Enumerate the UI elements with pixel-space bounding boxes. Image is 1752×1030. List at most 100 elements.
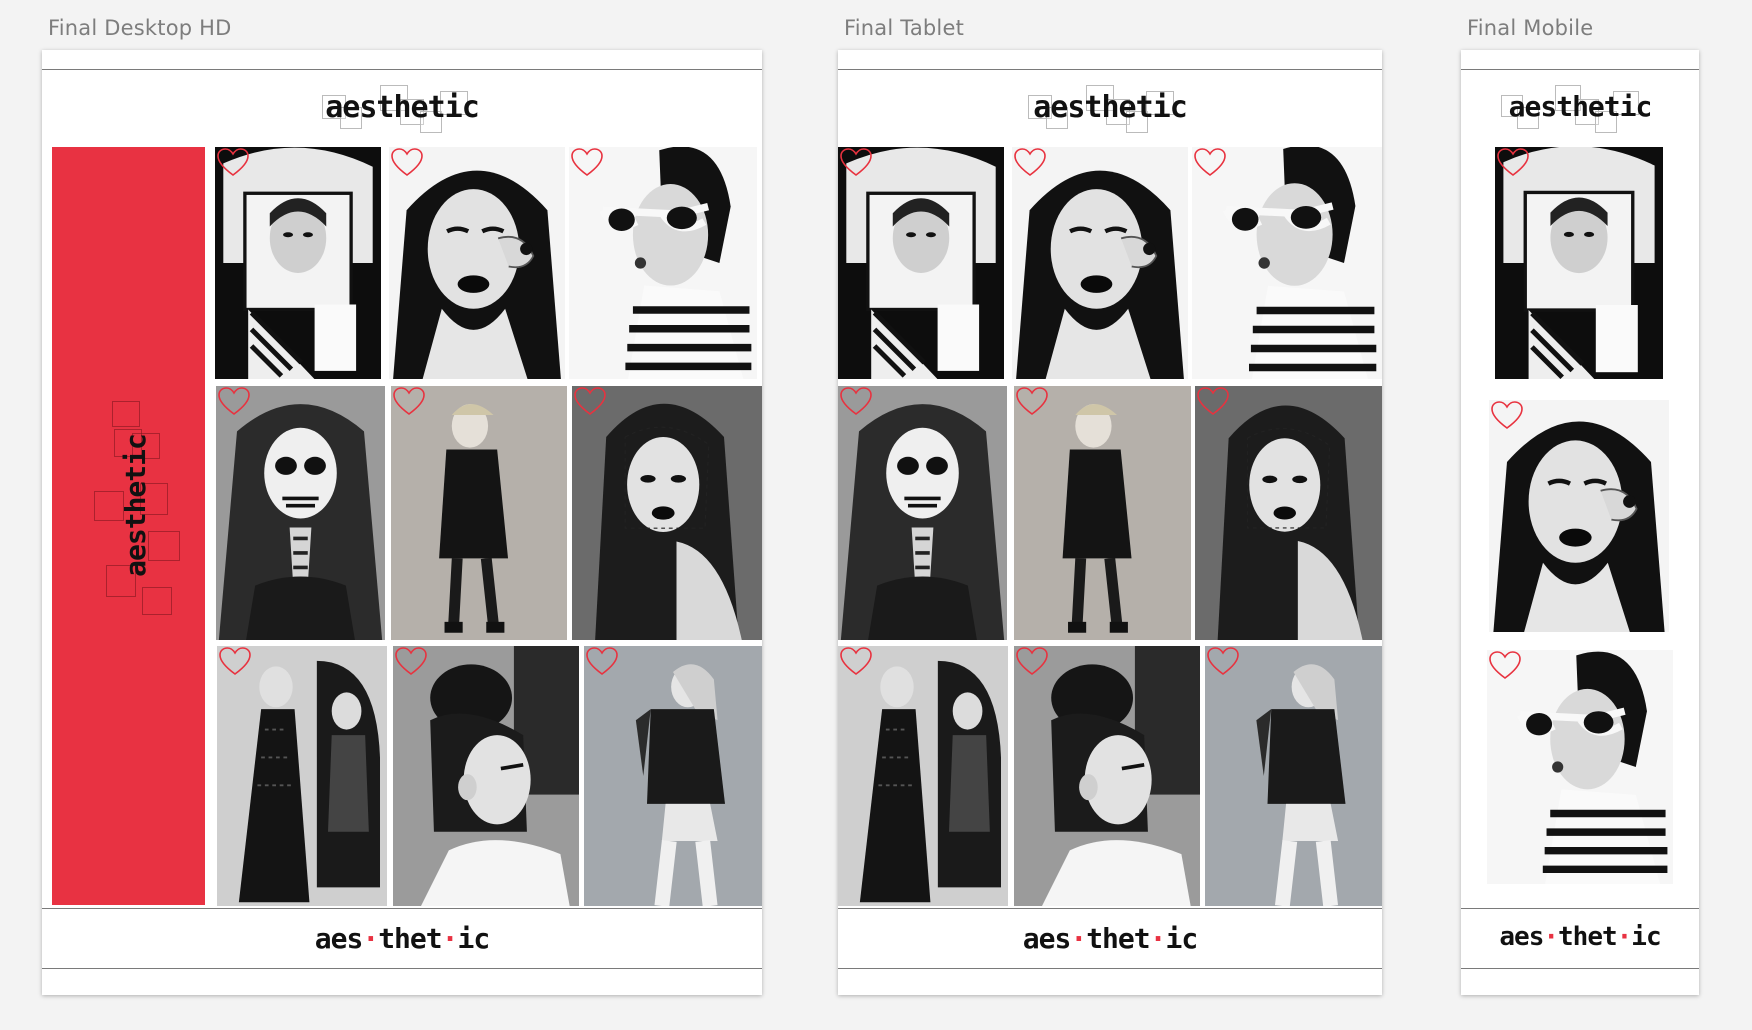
gallery-photo[interactable]: [569, 147, 757, 379]
gallery-photo[interactable]: [215, 147, 381, 379]
artboard-label-tablet[interactable]: Final Tablet: [844, 16, 964, 40]
photo-art: [216, 386, 385, 640]
header-logo-text: aesthetic: [325, 90, 480, 125]
like-heart-icon[interactable]: [390, 147, 424, 177]
photo-art: [1195, 386, 1382, 640]
like-heart-icon[interactable]: [839, 386, 873, 416]
photo-art: [217, 646, 387, 906]
footer-divider-bottom: [42, 968, 762, 969]
heart-outline-icon: [219, 647, 251, 675]
like-heart-icon[interactable]: [839, 646, 873, 676]
photo-art: [569, 147, 757, 379]
like-heart-icon[interactable]: [573, 386, 607, 416]
header-divider: [838, 69, 1382, 70]
heart-outline-icon: [1016, 387, 1048, 415]
photo-art: [1012, 147, 1188, 379]
photo-art: [1205, 646, 1382, 906]
artboard-label-mobile[interactable]: Final Mobile: [1467, 16, 1593, 40]
gallery-photo[interactable]: [1014, 386, 1191, 640]
like-heart-icon[interactable]: [1015, 386, 1049, 416]
like-heart-icon[interactable]: [1490, 400, 1524, 430]
footer-logo-text: aes·thet·ic: [1499, 922, 1661, 952]
gallery-photo[interactable]: [838, 147, 1004, 379]
like-heart-icon[interactable]: [216, 147, 250, 177]
footer-divider-top: [838, 908, 1382, 909]
heart-outline-icon: [840, 387, 872, 415]
header-divider: [42, 69, 762, 70]
gallery-photo[interactable]: [838, 646, 1008, 906]
artboard-tablet[interactable]: aesthetic aes·thet·ic: [838, 50, 1382, 995]
photo-art: [389, 147, 565, 379]
gallery-photo[interactable]: [1012, 147, 1188, 379]
photo-art: [1489, 400, 1669, 632]
gallery-photo[interactable]: [217, 646, 387, 906]
heart-outline-icon: [840, 148, 872, 176]
gallery-photo[interactable]: [584, 646, 762, 906]
gallery-photo[interactable]: [391, 386, 567, 640]
heart-outline-icon: [1014, 148, 1046, 176]
header-logo[interactable]: aesthetic: [838, 85, 1382, 133]
header-logo[interactable]: aesthetic: [42, 85, 762, 133]
footer-divider-bottom: [1461, 968, 1699, 969]
heart-outline-icon: [571, 148, 603, 176]
gallery-photo[interactable]: [1495, 147, 1663, 379]
like-heart-icon[interactable]: [585, 646, 619, 676]
like-heart-icon[interactable]: [1496, 147, 1530, 177]
photo-art: [1495, 147, 1663, 379]
like-heart-icon[interactable]: [1193, 147, 1227, 177]
heart-outline-icon: [1197, 387, 1229, 415]
like-heart-icon[interactable]: [1488, 650, 1522, 680]
footer-divider-bottom: [838, 968, 1382, 969]
gallery-photo[interactable]: [393, 646, 579, 906]
like-heart-icon[interactable]: [394, 646, 428, 676]
photo-art: [838, 386, 1007, 640]
heart-outline-icon: [586, 647, 618, 675]
heart-outline-icon: [1016, 647, 1048, 675]
artboard-label-desktop[interactable]: Final Desktop HD: [48, 16, 232, 40]
heart-outline-icon: [1194, 148, 1226, 176]
photo-art: [1014, 386, 1191, 640]
like-heart-icon[interactable]: [570, 147, 604, 177]
header-logo-text: aesthetic: [1033, 90, 1188, 125]
footer-logo[interactable]: aes·thet·ic: [1461, 922, 1699, 952]
header-logo-text: aesthetic: [1508, 90, 1653, 123]
footer-logo-text: aes·thet·ic: [314, 922, 490, 955]
footer-logo[interactable]: aes·thet·ic: [838, 922, 1382, 955]
heart-outline-icon: [395, 647, 427, 675]
gallery-photo[interactable]: [1489, 400, 1669, 632]
like-heart-icon[interactable]: [839, 147, 873, 177]
heart-outline-icon: [391, 148, 423, 176]
heart-outline-icon: [574, 387, 606, 415]
gallery-photo[interactable]: [838, 386, 1007, 640]
heart-outline-icon: [1497, 148, 1529, 176]
photo-art: [838, 646, 1008, 906]
like-heart-icon[interactable]: [1206, 646, 1240, 676]
gallery-photo[interactable]: [1195, 386, 1382, 640]
artboard-mobile[interactable]: aesthetic aes·thet·ic: [1461, 50, 1699, 995]
sidebar-logo-text: aesthetic: [118, 434, 152, 577]
like-heart-icon[interactable]: [392, 386, 426, 416]
footer-logo[interactable]: aes·thet·ic: [42, 922, 762, 955]
artboard-desktop[interactable]: aesthetic aesthetic aes·thet·ic: [42, 50, 762, 995]
like-heart-icon[interactable]: [1015, 646, 1049, 676]
photo-art: [391, 386, 567, 640]
header-divider: [1461, 69, 1699, 70]
header-logo[interactable]: aesthetic: [1461, 85, 1699, 133]
gallery-photo[interactable]: [572, 386, 762, 640]
like-heart-icon[interactable]: [1196, 386, 1230, 416]
photo-art: [1014, 646, 1200, 906]
like-heart-icon[interactable]: [218, 646, 252, 676]
gallery-photo[interactable]: [1192, 147, 1382, 379]
gallery-photo[interactable]: [1487, 650, 1673, 884]
photo-art: [584, 646, 762, 906]
like-heart-icon[interactable]: [1013, 147, 1047, 177]
gallery-photo[interactable]: [389, 147, 565, 379]
footer-divider-top: [42, 908, 762, 909]
heart-outline-icon: [840, 647, 872, 675]
gallery-photo[interactable]: [1014, 646, 1200, 906]
gallery-photo[interactable]: [216, 386, 385, 640]
gallery-photo[interactable]: [1205, 646, 1382, 906]
sidebar-banner: aesthetic: [52, 147, 205, 905]
like-heart-icon[interactable]: [217, 386, 251, 416]
footer-divider-top: [1461, 908, 1699, 909]
